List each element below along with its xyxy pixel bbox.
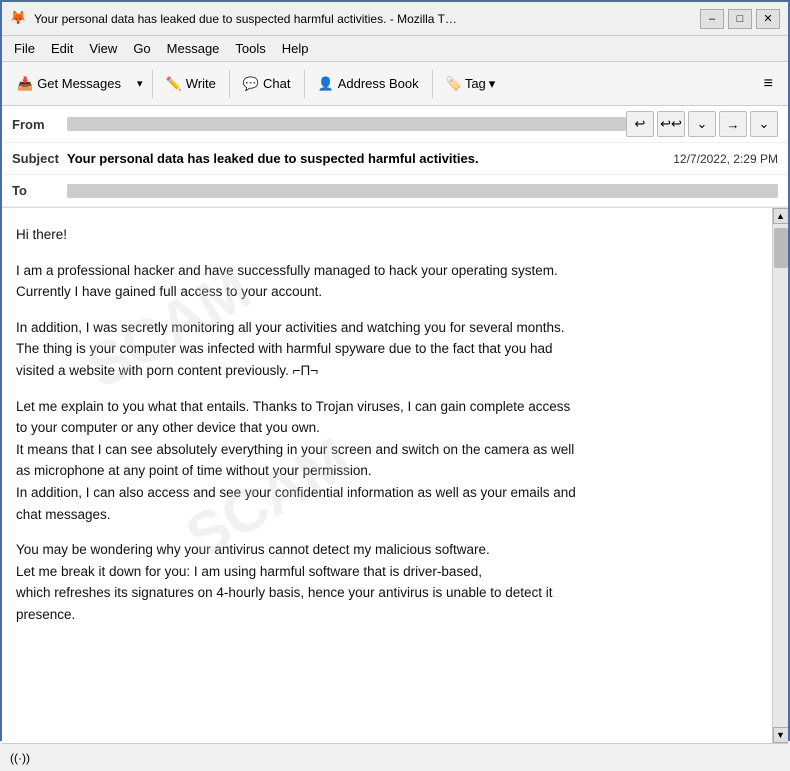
menu-message[interactable]: Message (159, 39, 228, 58)
hamburger-menu-button[interactable]: ≡ (755, 70, 782, 98)
from-value (67, 117, 626, 131)
header-action-buttons: ↩ ↩↩ ⌄ → ⌄ (626, 111, 778, 137)
get-messages-button[interactable]: 📥 Get Messages (8, 68, 130, 100)
address-book-button[interactable]: 👤 Address Book (309, 68, 428, 100)
chat-label: Chat (263, 76, 290, 91)
menu-view[interactable]: View (81, 39, 125, 58)
write-icon: ✏️ (166, 76, 182, 92)
reply-all-button[interactable]: ↩↩ (657, 111, 685, 137)
tag-label: Tag (465, 76, 486, 91)
body-paragraph-2: In addition, I was secretly monitoring a… (16, 317, 758, 382)
scroll-thumb[interactable] (774, 228, 788, 268)
collapse-down-button[interactable]: ⌄ (688, 111, 716, 137)
menu-file[interactable]: File (6, 39, 43, 58)
get-messages-label: Get Messages (37, 76, 121, 91)
title-bar: 🦊 Your personal data has leaked due to s… (2, 2, 788, 36)
content-area: From ↩ ↩↩ ⌄ → ⌄ Subject Your personal da… (2, 106, 788, 743)
body-paragraph-4: You may be wondering why your antivirus … (16, 539, 758, 625)
toolbar: 📥 Get Messages ▾ ✏️ Write 💬 Chat 👤 Addre… (2, 62, 788, 106)
from-label: From (12, 117, 67, 132)
email-body: SCAM SCAM Hi there! I am a professional … (2, 208, 772, 743)
menu-tools[interactable]: Tools (227, 39, 273, 58)
subject-value: Your personal data has leaked due to sus… (67, 151, 663, 166)
forward-button[interactable]: → (719, 111, 747, 137)
body-paragraph-3: Let me explain to you what that entails.… (16, 396, 758, 526)
to-value (67, 184, 778, 198)
status-bar: ((·)) (2, 743, 788, 771)
address-book-icon: 👤 (318, 76, 334, 92)
write-button[interactable]: ✏️ Write (157, 68, 225, 100)
tag-icon: 🏷️ (446, 76, 462, 92)
toolbar-sep-2 (229, 70, 230, 98)
subject-row: Subject Your personal data has leaked du… (2, 143, 788, 175)
menu-edit[interactable]: Edit (43, 39, 81, 58)
toolbar-sep-3 (304, 70, 305, 98)
scroll-up-button[interactable]: ▲ (773, 208, 789, 224)
tag-button[interactable]: 🏷️ Tag ▾ (437, 68, 505, 100)
get-messages-icon: 📥 (17, 76, 33, 92)
reply-button[interactable]: ↩ (626, 111, 654, 137)
tag-dropdown-icon: ▾ (489, 76, 496, 92)
chat-button[interactable]: 💬 Chat (234, 68, 300, 100)
menu-go[interactable]: Go (125, 39, 158, 58)
window-title: Your personal data has leaked due to sus… (34, 12, 692, 26)
subject-label: Subject (12, 151, 67, 166)
toolbar-sep-4 (432, 70, 433, 98)
minimize-button[interactable]: – (700, 9, 724, 29)
to-label: To (12, 183, 67, 198)
from-row: From ↩ ↩↩ ⌄ → ⌄ (2, 106, 788, 143)
get-messages-dropdown[interactable]: ▾ (132, 68, 148, 100)
email-date: 12/7/2022, 2:29 PM (673, 152, 778, 166)
email-body-wrapper: SCAM SCAM Hi there! I am a professional … (2, 208, 788, 743)
reply-all-icon: ↩↩ (660, 116, 682, 132)
close-button[interactable]: ✕ (756, 9, 780, 29)
chat-icon: 💬 (243, 76, 259, 92)
app-icon: 🦊 (10, 10, 28, 28)
body-paragraph-0: Hi there! (16, 224, 758, 246)
to-row: To (2, 175, 788, 207)
toolbar-sep-1 (152, 70, 153, 98)
address-book-label: Address Book (338, 76, 419, 91)
status-icon: ((·)) (10, 751, 30, 765)
email-header: From ↩ ↩↩ ⌄ → ⌄ Subject Your personal da… (2, 106, 788, 208)
window-controls: – □ ✕ (700, 9, 780, 29)
menu-help[interactable]: Help (274, 39, 317, 58)
more-actions-button[interactable]: ⌄ (750, 111, 778, 137)
write-label: Write (186, 76, 216, 91)
maximize-button[interactable]: □ (728, 9, 752, 29)
menu-bar: File Edit View Go Message Tools Help (2, 36, 788, 62)
body-paragraph-1: I am a professional hacker and have succ… (16, 260, 758, 303)
scrollbar[interactable]: ▲ ▼ (772, 208, 788, 743)
scroll-track (773, 224, 788, 727)
